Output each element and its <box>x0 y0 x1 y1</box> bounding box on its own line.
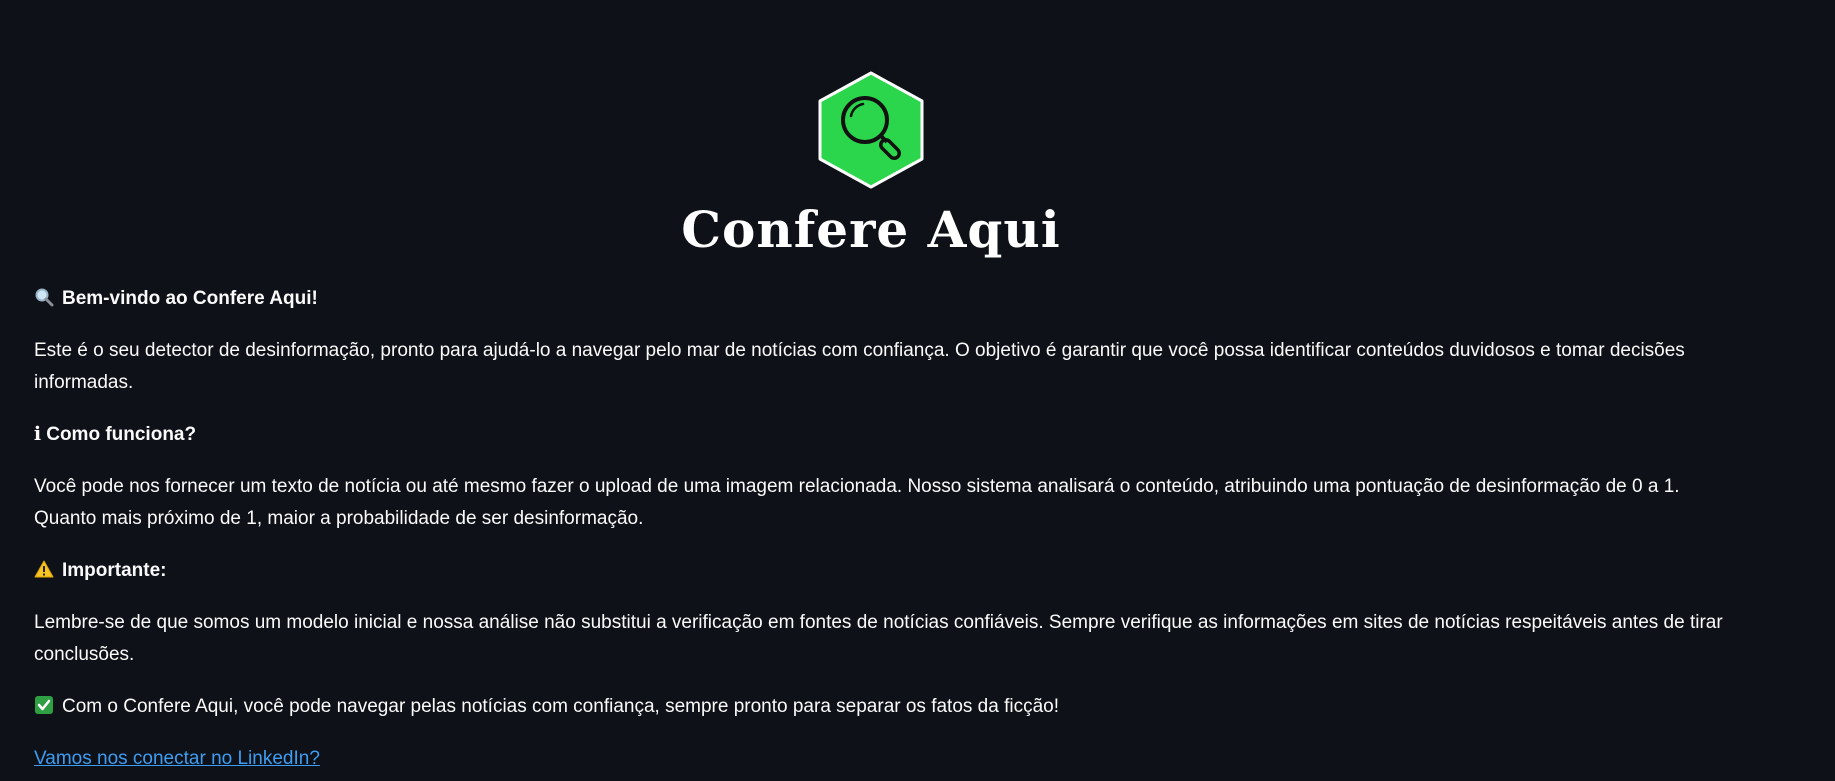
important-text: Lembre-se de que somos um modelo inicial… <box>34 612 1723 665</box>
logo: Confere Aqui <box>0 70 1742 261</box>
how-it-works-heading-text: Como funciona? <box>46 424 197 445</box>
important-heading: Importante: <box>34 555 1734 587</box>
magnifier-hexagon-icon <box>818 71 924 189</box>
magnifying-glass-icon <box>35 288 54 307</box>
check-mark-icon <box>35 696 53 714</box>
linkedin-link[interactable]: Vamos nos conectar no LinkedIn? <box>34 748 320 769</box>
brand-name: Confere Aqui <box>681 200 1061 259</box>
closing-line: Com o Confere Aqui, você pode navegar pe… <box>34 691 1734 723</box>
how-it-works-heading: ℹ Como funciona? <box>34 419 1734 451</box>
important-heading-text: Importante: <box>62 560 167 581</box>
warning-icon <box>34 560 54 578</box>
welcome-text: Este é o seu detector de desinformação, … <box>34 340 1685 393</box>
welcome-heading: Bem-vindo ao Confere Aqui! <box>34 283 1734 315</box>
closing-text: Com o Confere Aqui, você pode navegar pe… <box>62 696 1060 717</box>
info-icon: ℹ <box>34 424 42 445</box>
how-it-works-text: Você pode nos fornecer um texto de notíc… <box>34 476 1680 529</box>
main-content: Bem-vindo ao Confere Aqui! Este é o seu … <box>34 283 1734 775</box>
welcome-heading-text: Bem-vindo ao Confere Aqui! <box>62 288 318 309</box>
